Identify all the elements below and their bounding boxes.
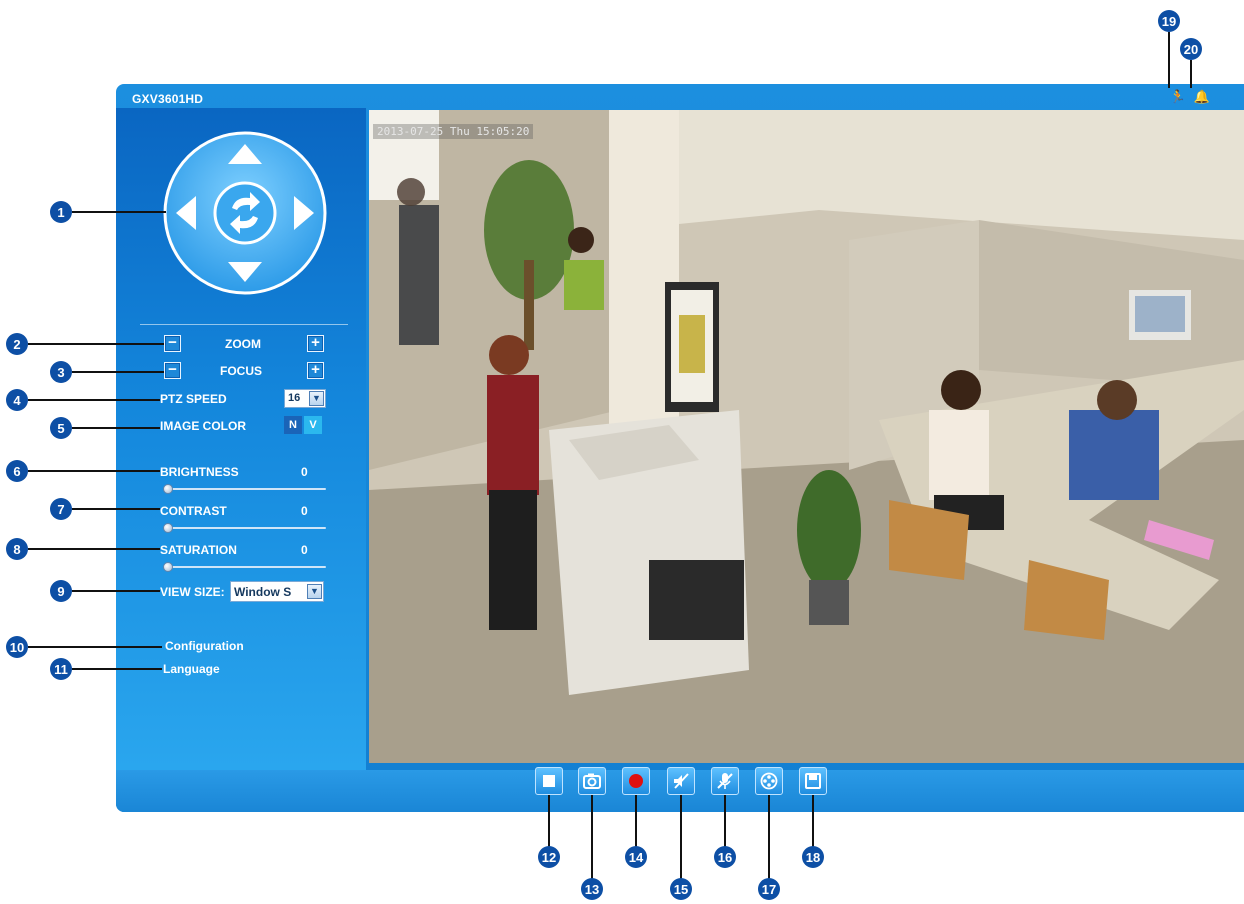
- callout-leader: [72, 668, 162, 670]
- callout-6: 6: [6, 460, 28, 482]
- ptz-direction-pad[interactable]: [162, 130, 328, 296]
- view-size-select[interactable]: Window S ▼: [230, 581, 324, 602]
- stop-icon: [543, 775, 555, 787]
- app-title: GXV3601HD: [132, 92, 204, 106]
- save-button[interactable]: [799, 767, 827, 795]
- motion-detection-icon: 🏃: [1169, 89, 1186, 104]
- contrast-slider-track[interactable]: [164, 527, 326, 529]
- brightness-label: BRIGHTNESS: [160, 465, 239, 479]
- callout-7: 7: [50, 498, 72, 520]
- callout-5: 5: [50, 417, 72, 439]
- live-video-feed[interactable]: 2013-07-25 Thu 15:05:20: [369, 110, 1244, 763]
- callout-leader: [28, 470, 160, 472]
- focus-minus-button[interactable]: −: [164, 362, 181, 379]
- focus-label: FOCUS: [220, 364, 262, 378]
- alarm-bell-icon: 🔔: [1193, 89, 1210, 104]
- divider: [140, 324, 348, 325]
- callout-leader: [680, 795, 682, 879]
- snapshot-button[interactable]: [578, 767, 606, 795]
- callout-19: 19: [1158, 10, 1180, 32]
- callout-12: 12: [538, 846, 560, 868]
- stop-button[interactable]: [535, 767, 563, 795]
- saturation-slider-track[interactable]: [164, 566, 326, 568]
- ptz-speed-value: 16: [288, 392, 301, 404]
- language-link[interactable]: Language: [163, 662, 220, 676]
- ptz-speed-select[interactable]: 16 ▼: [284, 389, 326, 408]
- callout-leader: [635, 795, 637, 847]
- callout-10: 10: [6, 636, 28, 658]
- callout-leader: [72, 211, 166, 213]
- brightness-slider-handle[interactable]: [163, 484, 173, 494]
- callout-leader: [724, 795, 726, 847]
- callout-leader: [548, 795, 550, 847]
- control-panel: − ZOOM + − FOCUS + PTZ SPEED 16 ▼ IMAGE …: [116, 108, 366, 770]
- callout-18: 18: [802, 846, 824, 868]
- callout-leader: [28, 343, 164, 345]
- callout-leader: [1190, 60, 1192, 88]
- callout-leader: [72, 371, 164, 373]
- microphone-button[interactable]: [711, 767, 739, 795]
- callout-9: 9: [50, 580, 72, 602]
- auto-rotate-icon[interactable]: [213, 181, 277, 245]
- brightness-slider-track[interactable]: [164, 488, 326, 490]
- callout-4: 4: [6, 389, 28, 411]
- callout-leader: [72, 508, 160, 510]
- callout-20: 20: [1180, 38, 1202, 60]
- callout-2: 2: [6, 333, 28, 355]
- zoom-out-button[interactable]: −: [164, 335, 181, 352]
- saturation-slider-handle[interactable]: [163, 562, 173, 572]
- callout-11: 11: [50, 658, 72, 680]
- floppy-disk-icon: [805, 773, 821, 789]
- configuration-link[interactable]: Configuration: [165, 639, 244, 653]
- chevron-down-icon: ▼: [309, 391, 324, 406]
- callout-16: 16: [714, 846, 736, 868]
- callout-leader: [591, 795, 593, 879]
- camera-viewer-window: GXV3601HD 🏃 🔔 − ZOOM + − FOCUS + PTZ SPE…: [116, 84, 1244, 812]
- contrast-slider-handle[interactable]: [163, 523, 173, 533]
- callout-17: 17: [758, 878, 780, 900]
- callout-leader: [812, 795, 814, 847]
- callout-3: 3: [50, 361, 72, 383]
- contrast-label: CONTRAST: [160, 504, 227, 518]
- focus-plus-button[interactable]: +: [307, 362, 324, 379]
- chevron-down-icon: ▼: [307, 584, 322, 599]
- callout-1: 1: [50, 201, 72, 223]
- image-color-label: IMAGE COLOR: [160, 419, 246, 433]
- image-color-n-button[interactable]: N: [284, 416, 302, 434]
- film-reel-icon: [760, 772, 778, 790]
- zoom-label: ZOOM: [225, 337, 261, 351]
- callout-15: 15: [670, 878, 692, 900]
- office-scene-image: [369, 110, 1244, 763]
- ptz-pad-graphic: [163, 131, 327, 295]
- camera-icon: [583, 773, 601, 789]
- contrast-value: 0: [301, 504, 308, 518]
- playback-button[interactable]: [755, 767, 783, 795]
- callout-leader: [72, 427, 160, 429]
- callout-leader: [28, 548, 160, 550]
- microphone-mute-icon: [717, 773, 733, 789]
- audio-mute-button[interactable]: [667, 767, 695, 795]
- video-timestamp: 2013-07-25 Thu 15:05:20: [373, 124, 534, 139]
- callout-leader: [28, 399, 160, 401]
- image-color-v-button[interactable]: V: [304, 416, 322, 434]
- record-button[interactable]: [622, 767, 650, 795]
- brightness-value: 0: [301, 465, 308, 479]
- ptz-speed-label: PTZ SPEED: [160, 392, 227, 406]
- callout-14: 14: [625, 846, 647, 868]
- callout-13: 13: [581, 878, 603, 900]
- zoom-in-button[interactable]: +: [307, 335, 324, 352]
- view-size-label: VIEW SIZE:: [160, 585, 225, 599]
- image-color-toggle: N V: [284, 416, 324, 434]
- speaker-mute-icon: [674, 773, 689, 789]
- callout-leader: [72, 590, 160, 592]
- view-size-value: Window S: [234, 585, 292, 599]
- saturation-value: 0: [301, 543, 308, 557]
- callout-8: 8: [6, 538, 28, 560]
- callout-leader: [28, 646, 162, 648]
- saturation-label: SATURATION: [160, 543, 237, 557]
- status-icons: 🏃 🔔: [1170, 90, 1210, 104]
- callout-leader: [1168, 32, 1170, 88]
- record-icon: [629, 774, 643, 788]
- callout-leader: [768, 795, 770, 879]
